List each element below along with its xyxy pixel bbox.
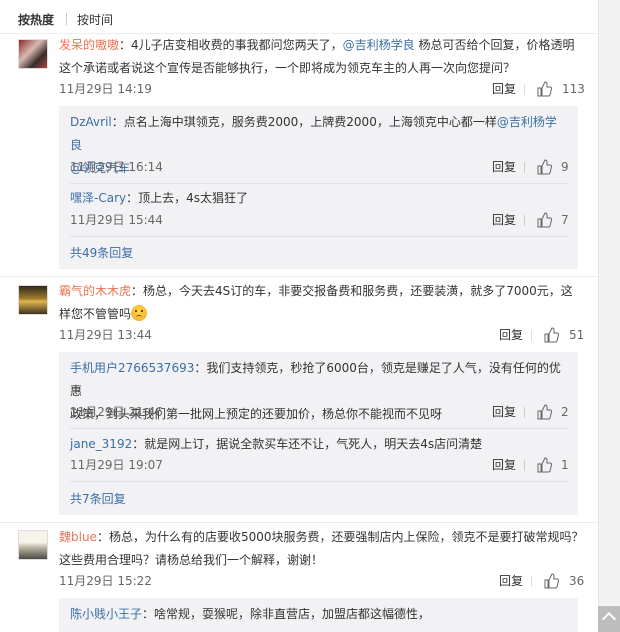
like-count: 7 bbox=[561, 213, 569, 227]
sort-divider bbox=[66, 13, 68, 25]
like-button[interactable]: 2 bbox=[536, 403, 569, 421]
thumbs-up-icon bbox=[537, 457, 552, 473]
mention-link[interactable]: @吉利杨学良 bbox=[343, 38, 415, 52]
reply-box: DzAvril：点名上海中琪领克，服务费2000，上牌费2000，上海领克中心都… bbox=[59, 106, 578, 269]
avatar[interactable] bbox=[18, 285, 48, 315]
reply-text: 嘿泽-Cary：顶上去，4s太猖狂了 bbox=[70, 191, 248, 205]
sort-by-time-tab[interactable]: 按时间 bbox=[77, 11, 113, 28]
reply-username[interactable]: 手机用户2766537693 bbox=[70, 361, 194, 375]
thumbs-up-icon bbox=[544, 327, 559, 343]
comment-meta: 11月29日 13:44 回复 51 bbox=[59, 326, 584, 344]
action-divider bbox=[524, 407, 525, 418]
reply-meta: 11月29日 15:44 回复 7 bbox=[70, 211, 569, 229]
reply-username[interactable]: DzAvril bbox=[70, 115, 112, 129]
more-replies-link[interactable]: 共49条回复 bbox=[70, 244, 133, 261]
reply-text: jane_3192：就是网上订，据说全款买车还不让，气死人，明天去4s店问清楚 bbox=[70, 437, 483, 451]
comment-text: 魏blue：杨总，为什么有的店要收5000块服务费，还要强制店内上保险，领克不是… bbox=[59, 530, 584, 567]
like-button[interactable]: 9 bbox=[536, 158, 569, 176]
action-divider bbox=[531, 330, 532, 341]
reply-box: 手机用户2766537693：我们支持领克，秒抢了6000台，领克是赚足了人气，… bbox=[59, 352, 578, 515]
reply-date: 11月29日 21:46 bbox=[70, 405, 163, 419]
thumbs-up-icon bbox=[537, 212, 552, 228]
comment-meta: 11月29日 15:22 回复 36 bbox=[59, 572, 584, 590]
thumbs-up-icon bbox=[537, 404, 552, 420]
comment-username[interactable]: 魏blue bbox=[59, 530, 97, 544]
reply-meta: 11月29日 19:07 回复 1 bbox=[70, 456, 569, 474]
divider bbox=[0, 276, 598, 277]
reply-button[interactable]: 回复 bbox=[492, 456, 516, 474]
like-count: 9 bbox=[561, 160, 569, 174]
reply-box: 陈小贱小王子：啥常规，耍猴呢，除非直营店，加盟店都这幅德性， bbox=[59, 598, 578, 632]
avatar[interactable] bbox=[18, 530, 48, 560]
comment-meta: 11月29日 14:19 回复 113 bbox=[59, 80, 585, 98]
thumbs-up-icon bbox=[537, 81, 552, 97]
reply-date: 11月29日 15:44 bbox=[70, 213, 163, 227]
reply-button[interactable]: 回复 bbox=[492, 80, 516, 98]
reply-text: 陈小贱小王子：啥常规，耍猴呢，除非直营店，加盟店都这幅德性， bbox=[70, 607, 431, 621]
avatar[interactable] bbox=[18, 39, 48, 69]
chevron-up-icon[interactable] bbox=[598, 606, 620, 632]
reply-button[interactable]: 回复 bbox=[492, 403, 516, 421]
sort-by-hot-tab[interactable]: 按热度 bbox=[18, 11, 54, 28]
reply-divider bbox=[70, 236, 568, 237]
reply-button[interactable]: 回复 bbox=[492, 211, 516, 229]
action-divider bbox=[524, 460, 525, 471]
reply-date: 11月29日 19:07 bbox=[70, 458, 163, 472]
action-divider bbox=[524, 162, 525, 173]
face-emoji-icon bbox=[131, 305, 148, 321]
reply-meta: 11月29日 21:46 回复 2 bbox=[70, 403, 569, 421]
reply-divider bbox=[70, 428, 568, 429]
comment-text: 发呆的嗷嗷：4儿子店变相收费的事我都问您两天了，@吉利杨学良 杨总可否给个回复，… bbox=[59, 38, 575, 75]
like-button[interactable]: 113 bbox=[536, 80, 585, 98]
reply-divider bbox=[70, 183, 568, 184]
like-count: 36 bbox=[569, 574, 585, 588]
scrollbar-track[interactable] bbox=[598, 0, 620, 632]
reply-date: 11月29日 16:14 bbox=[70, 160, 163, 174]
like-count: 2 bbox=[561, 405, 569, 419]
action-divider bbox=[524, 84, 525, 95]
thumbs-up-icon bbox=[544, 573, 559, 589]
like-count: 113 bbox=[562, 82, 585, 96]
like-count: 1 bbox=[561, 458, 569, 472]
comment-text: 霸气的木木虎：杨总，今天去4S订的车，非要交报备费和服务费，还要装潢，就多了70… bbox=[59, 284, 573, 321]
reply-button[interactable]: 回复 bbox=[492, 158, 516, 176]
comment-username[interactable]: 霸气的木木虎 bbox=[59, 284, 131, 298]
reply-username[interactable]: jane_3192 bbox=[70, 437, 132, 451]
divider bbox=[0, 522, 598, 523]
like-button[interactable]: 7 bbox=[536, 211, 569, 229]
like-button[interactable]: 51 bbox=[543, 326, 584, 344]
reply-username[interactable]: 陈小贱小王子 bbox=[70, 607, 142, 621]
comment-date: 11月29日 14:19 bbox=[59, 82, 152, 96]
thumbs-up-icon bbox=[537, 159, 552, 175]
like-button[interactable]: 36 bbox=[543, 572, 584, 590]
comments-panel: 按热度 按时间 发呆的嗷嗷：4儿子店变相收费的事我都问您两天了，@吉利杨学良 杨… bbox=[0, 0, 598, 632]
action-divider bbox=[531, 576, 532, 587]
reply-meta: 11月29日 16:14 回复 9 bbox=[70, 158, 569, 176]
reply-button[interactable]: 回复 bbox=[499, 572, 523, 590]
comment-date: 11月29日 13:44 bbox=[59, 328, 152, 342]
like-count: 51 bbox=[569, 328, 585, 342]
more-replies-link[interactable]: 共7条回复 bbox=[70, 490, 126, 507]
like-button[interactable]: 1 bbox=[536, 456, 569, 474]
reply-username[interactable]: 嘿泽-Cary bbox=[70, 191, 126, 205]
sort-bar: 按热度 按时间 bbox=[18, 9, 113, 29]
comment-username[interactable]: 发呆的嗷嗷 bbox=[59, 38, 119, 52]
reply-divider bbox=[70, 481, 568, 482]
reply-button[interactable]: 回复 bbox=[499, 326, 523, 344]
comment-date: 11月29日 15:22 bbox=[59, 574, 152, 588]
action-divider bbox=[524, 215, 525, 226]
